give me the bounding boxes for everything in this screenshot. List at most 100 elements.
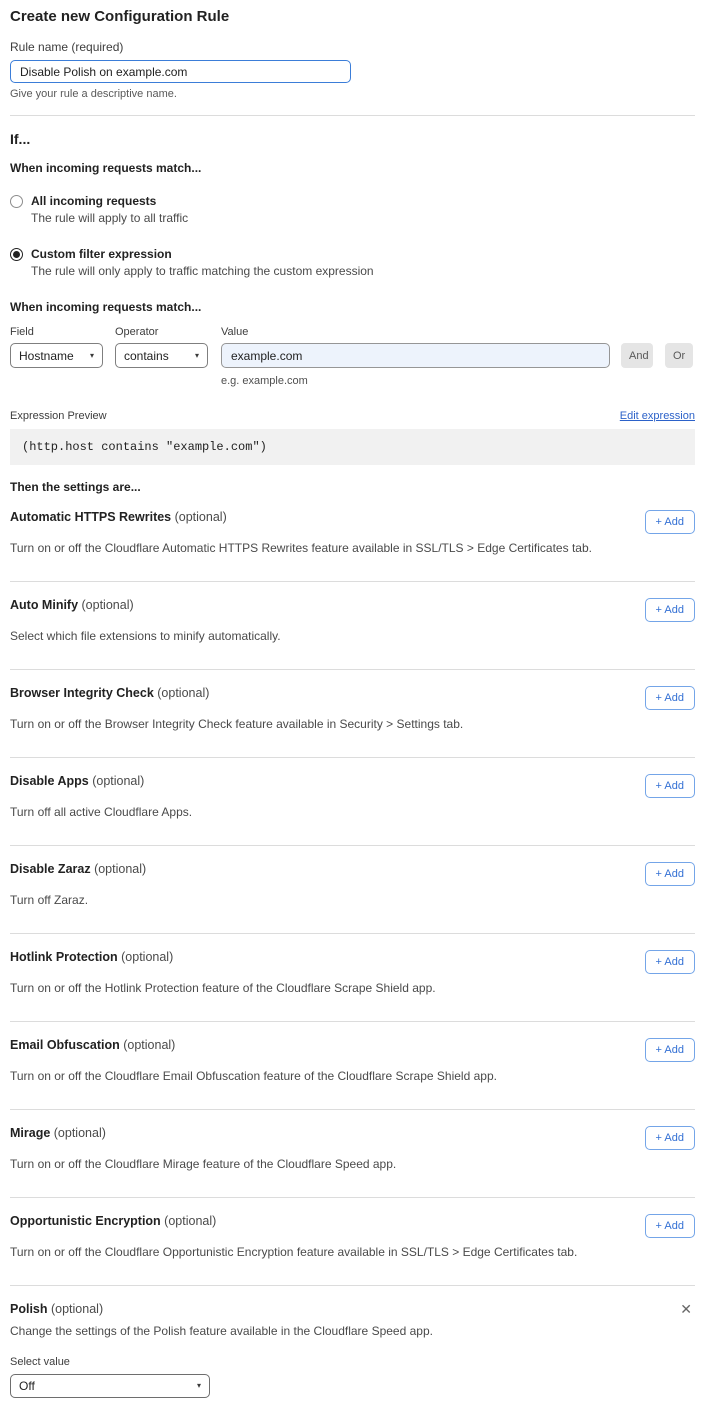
- radio-option-custom-expression[interactable]: Custom filter expression The rule will o…: [10, 247, 695, 278]
- polish-value-select[interactable]: Off ▾: [10, 1374, 210, 1398]
- request-match-radio-group: All incoming requests The rule will appl…: [10, 194, 695, 278]
- rule-name-input[interactable]: [10, 60, 351, 83]
- setting-name: Polish: [10, 1302, 48, 1316]
- setting-item-browser-integrity-check: Browser Integrity Check (optional) + Add…: [10, 670, 695, 758]
- setting-item-disable-apps: Disable Apps (optional) + Add Turn off a…: [10, 758, 695, 846]
- field-select[interactable]: Hostname ▾: [10, 343, 103, 368]
- setting-item-opportunistic-encryption: Opportunistic Encryption (optional) + Ad…: [10, 1198, 695, 1286]
- setting-description: Change the settings of the Polish featur…: [10, 1324, 695, 1338]
- chevron-down-icon: ▾: [90, 352, 94, 360]
- value-helper: e.g. example.com: [221, 375, 695, 388]
- add-button[interactable]: + Add: [645, 598, 695, 622]
- setting-description: Turn off Zaraz.: [10, 893, 695, 907]
- polish-select-value: Off: [19, 1379, 35, 1393]
- setting-item-polish: Polish (optional) ✕ Change the settings …: [10, 1286, 695, 1398]
- add-button[interactable]: + Add: [645, 510, 695, 534]
- setting-description: Turn on or off the Cloudflare Automatic …: [10, 541, 695, 555]
- setting-name: Mirage: [10, 1126, 50, 1140]
- match-heading: When incoming requests match...: [10, 161, 695, 175]
- setting-description: Turn on or off the Browser Integrity Che…: [10, 717, 695, 731]
- setting-name: Browser Integrity Check: [10, 686, 154, 700]
- add-button[interactable]: + Add: [645, 686, 695, 710]
- setting-optional: (optional): [50, 1126, 106, 1140]
- setting-title: Hotlink Protection (optional): [10, 950, 173, 965]
- or-button[interactable]: Or: [665, 343, 693, 368]
- setting-description: Turn on or off the Cloudflare Mirage fea…: [10, 1157, 695, 1171]
- value-input[interactable]: [221, 343, 610, 368]
- setting-optional: (optional): [78, 598, 134, 612]
- add-button[interactable]: + Add: [645, 1038, 695, 1062]
- and-button[interactable]: And: [621, 343, 653, 368]
- setting-item-mirage: Mirage (optional) + Add Turn on or off t…: [10, 1110, 695, 1198]
- expression-preview-label: Expression Preview: [10, 410, 107, 422]
- close-icon[interactable]: ✕: [677, 1302, 695, 1316]
- radio-unselected-icon[interactable]: [10, 195, 23, 208]
- create-configuration-rule-page: Create new Configuration Rule Rule name …: [0, 0, 705, 1410]
- radio-selected-icon[interactable]: [10, 248, 23, 261]
- settings-list: Automatic HTTPS Rewrites (optional) + Ad…: [10, 494, 695, 1398]
- setting-name: Hotlink Protection: [10, 950, 118, 964]
- setting-name: Automatic HTTPS Rewrites: [10, 510, 171, 524]
- builder-heading: When incoming requests match...: [10, 300, 695, 314]
- rule-name-helper: Give your rule a descriptive name.: [10, 88, 695, 101]
- setting-optional: (optional): [161, 1214, 217, 1228]
- setting-optional: (optional): [171, 510, 227, 524]
- field-select-value: Hostname: [19, 349, 74, 363]
- setting-item-auto-minify: Auto Minify (optional) + Add Select whic…: [10, 582, 695, 670]
- expression-preview-code: (http.host contains "example.com"): [10, 429, 695, 465]
- operator-column-label: Operator: [115, 326, 221, 338]
- setting-optional: (optional): [91, 862, 147, 876]
- radio-description: The rule will apply to all traffic: [31, 211, 188, 225]
- select-value-label: Select value: [10, 1355, 695, 1369]
- expression-preview-header: Expression Preview Edit expression: [10, 410, 695, 422]
- setting-title: Disable Zaraz (optional): [10, 862, 146, 877]
- chevron-down-icon: ▾: [197, 1382, 201, 1390]
- setting-description: Turn on or off the Cloudflare Email Obfu…: [10, 1069, 695, 1083]
- setting-optional: (optional): [118, 950, 174, 964]
- then-settings-heading: Then the settings are...: [10, 480, 695, 494]
- operator-select-value: contains: [124, 349, 169, 363]
- setting-item-email-obfuscation: Email Obfuscation (optional) + Add Turn …: [10, 1022, 695, 1110]
- edit-expression-link[interactable]: Edit expression: [620, 410, 695, 422]
- setting-name: Opportunistic Encryption: [10, 1214, 161, 1228]
- setting-description: Turn on or off the Hotlink Protection fe…: [10, 981, 695, 995]
- setting-title: Mirage (optional): [10, 1126, 106, 1141]
- page-title: Create new Configuration Rule: [10, 8, 695, 26]
- radio-option-all-requests[interactable]: All incoming requests The rule will appl…: [10, 194, 695, 225]
- setting-title: Browser Integrity Check (optional): [10, 686, 209, 701]
- setting-item-automatic-https-rewrites: Automatic HTTPS Rewrites (optional) + Ad…: [10, 494, 695, 582]
- add-button[interactable]: + Add: [645, 862, 695, 886]
- operator-select[interactable]: contains ▾: [115, 343, 208, 368]
- section-divider: [10, 115, 695, 116]
- setting-title: Automatic HTTPS Rewrites (optional): [10, 510, 227, 525]
- setting-optional: (optional): [89, 774, 145, 788]
- setting-title: Disable Apps (optional): [10, 774, 144, 789]
- radio-option-text: Custom filter expression The rule will o…: [31, 247, 374, 278]
- builder-column-labels: Field Operator Value: [10, 326, 695, 338]
- add-button[interactable]: + Add: [645, 950, 695, 974]
- setting-description: Turn on or off the Cloudflare Opportunis…: [10, 1245, 695, 1259]
- value-column-label: Value: [221, 326, 248, 338]
- add-button[interactable]: + Add: [645, 1126, 695, 1150]
- setting-title: Auto Minify (optional): [10, 598, 134, 613]
- setting-optional: (optional): [48, 1302, 104, 1316]
- setting-name: Disable Zaraz: [10, 862, 91, 876]
- setting-title: Email Obfuscation (optional): [10, 1038, 175, 1053]
- field-column-label: Field: [10, 326, 115, 338]
- setting-description: Turn off all active Cloudflare Apps.: [10, 805, 695, 819]
- setting-optional: (optional): [120, 1038, 176, 1052]
- radio-label: All incoming requests: [31, 194, 188, 208]
- setting-item-disable-zaraz: Disable Zaraz (optional) + Add Turn off …: [10, 846, 695, 934]
- chevron-down-icon: ▾: [195, 352, 199, 360]
- setting-title: Opportunistic Encryption (optional): [10, 1214, 216, 1229]
- setting-item-hotlink-protection: Hotlink Protection (optional) + Add Turn…: [10, 934, 695, 1022]
- setting-description: Select which file extensions to minify a…: [10, 629, 695, 643]
- if-heading: If...: [10, 131, 695, 147]
- radio-description: The rule will only apply to traffic matc…: [31, 264, 374, 278]
- setting-name: Email Obfuscation: [10, 1038, 120, 1052]
- add-button[interactable]: + Add: [645, 774, 695, 798]
- add-button[interactable]: + Add: [645, 1214, 695, 1238]
- setting-optional: (optional): [154, 686, 210, 700]
- setting-name: Auto Minify: [10, 598, 78, 612]
- radio-label: Custom filter expression: [31, 247, 374, 261]
